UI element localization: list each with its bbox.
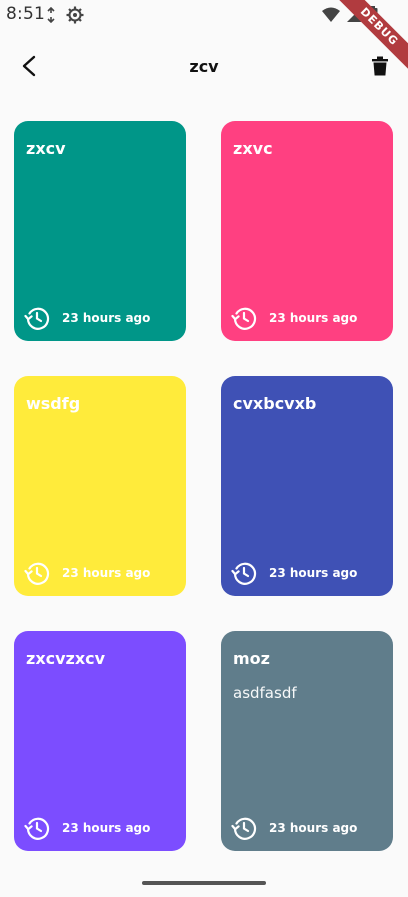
page-title: zcv bbox=[189, 57, 219, 76]
note-title: cvxbcvxb bbox=[233, 394, 317, 413]
wifi-icon bbox=[322, 7, 340, 27]
note-footer: 23 hours ago bbox=[231, 560, 357, 586]
gesture-nav-handle[interactable] bbox=[142, 881, 266, 885]
note-title: wsdfg bbox=[26, 394, 81, 413]
note-footer: 23 hours ago bbox=[231, 305, 357, 331]
note-footer: 23 hours ago bbox=[231, 815, 357, 841]
note-title: zxcvzxcv bbox=[26, 649, 106, 668]
data-saver-icon bbox=[44, 6, 58, 27]
note-title: zxvc bbox=[233, 139, 273, 158]
note-footer: 23 hours ago bbox=[24, 305, 150, 331]
note-footer: 23 hours ago bbox=[24, 815, 150, 841]
notes-grid: zxcv 23 hours ago zxvc 23 hours ago wsdf… bbox=[14, 121, 394, 851]
history-icon bbox=[231, 305, 257, 331]
note-card[interactable]: cvxbcvxb 23 hours ago bbox=[221, 376, 393, 596]
note-card[interactable]: wsdfg 23 hours ago bbox=[14, 376, 186, 596]
note-card[interactable]: zxcv 23 hours ago bbox=[14, 121, 186, 341]
history-icon bbox=[231, 815, 257, 841]
note-footer: 23 hours ago bbox=[24, 560, 150, 586]
note-title: moz bbox=[233, 649, 270, 668]
status-time: 8:51 bbox=[6, 4, 45, 24]
history-icon bbox=[24, 815, 50, 841]
history-icon bbox=[231, 560, 257, 586]
history-icon bbox=[24, 560, 50, 586]
settings-icon bbox=[66, 6, 84, 28]
note-time: 23 hours ago bbox=[269, 311, 358, 325]
history-icon bbox=[24, 305, 50, 331]
status-bar: 8:51 DEBUG bbox=[0, 0, 408, 73]
note-time: 23 hours ago bbox=[62, 566, 151, 580]
note-time: 23 hours ago bbox=[62, 821, 151, 835]
note-body: asdfasdf bbox=[233, 684, 297, 702]
delete-button[interactable] bbox=[362, 50, 398, 86]
note-card[interactable]: zxcvzxcv 23 hours ago bbox=[14, 631, 186, 851]
note-card[interactable]: zxvc 23 hours ago bbox=[221, 121, 393, 341]
note-time: 23 hours ago bbox=[62, 311, 151, 325]
note-card[interactable]: moz asdfasdf 23 hours ago bbox=[221, 631, 393, 851]
note-time: 23 hours ago bbox=[269, 821, 358, 835]
app-bar: zcv bbox=[0, 32, 408, 102]
trash-icon bbox=[371, 56, 389, 80]
note-title: zxcv bbox=[26, 139, 66, 158]
note-time: 23 hours ago bbox=[269, 566, 358, 580]
status-left-icons bbox=[44, 6, 84, 28]
